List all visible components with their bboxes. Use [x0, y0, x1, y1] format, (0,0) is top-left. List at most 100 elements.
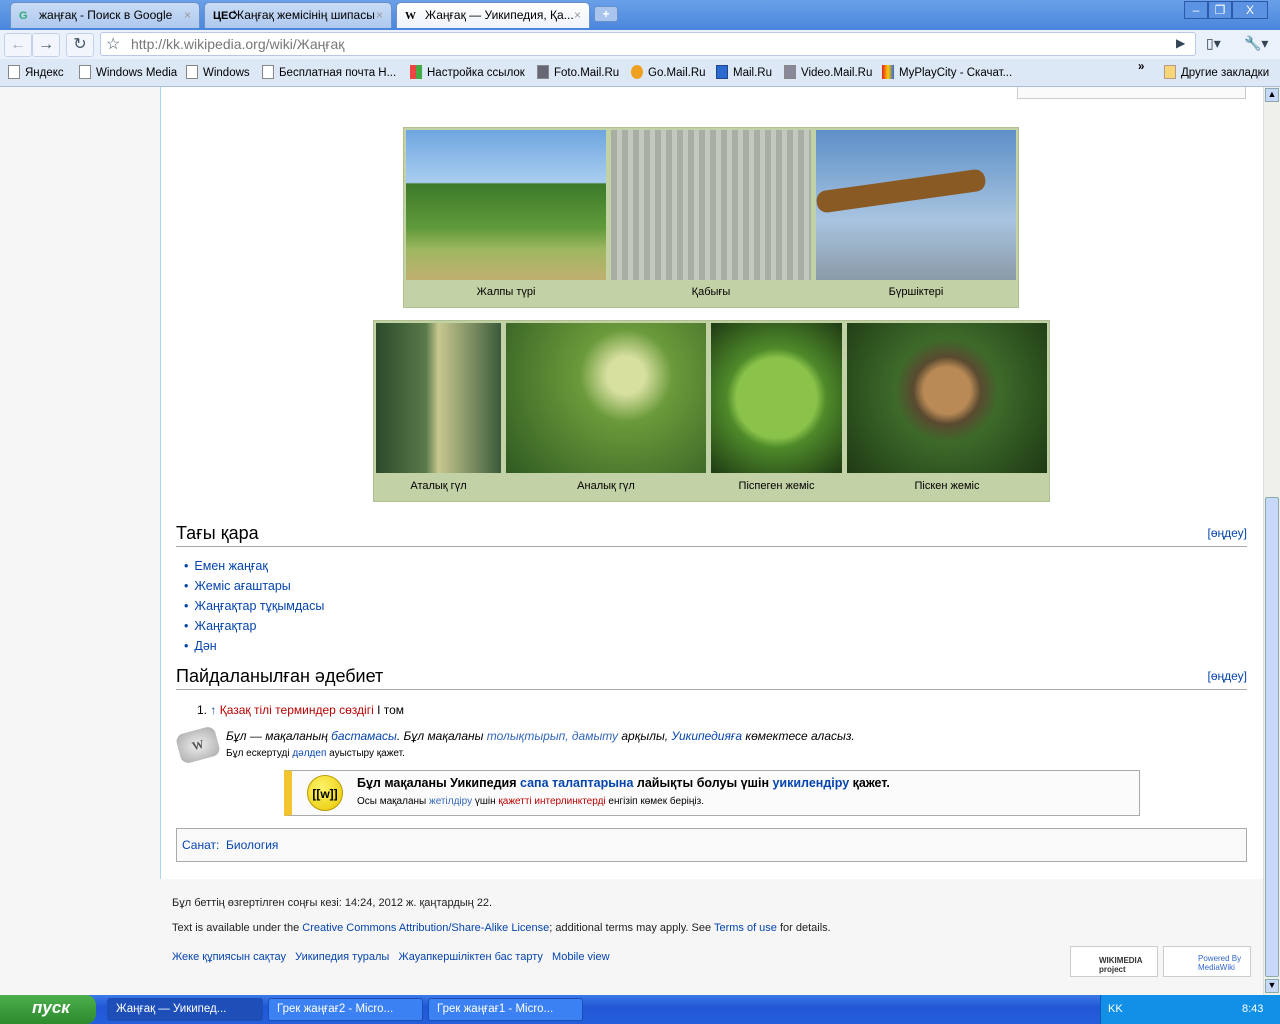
star-icon[interactable]: ☆: [106, 34, 120, 54]
list-item[interactable]: Жеміс ағаштары: [184, 579, 290, 593]
privacy-link[interactable]: Жеке құпиясын сақтау: [172, 951, 286, 963]
categories-link[interactable]: Санат:: [182, 838, 219, 852]
list-item[interactable]: Жаңғақтар: [184, 619, 256, 633]
bookmark[interactable]: Video.Mail.Ru: [784, 65, 872, 79]
terms-link[interactable]: Terms of use: [714, 922, 777, 934]
folder-icon: [1164, 65, 1176, 79]
ripe-fruit-photo[interactable]: [847, 323, 1047, 473]
backlink[interactable]: ↑: [210, 703, 216, 717]
reference-item: 1. ↑ Қазақ тілі терминдер сөздігі І том: [197, 703, 405, 717]
bookmark[interactable]: Go.Mail.Ru: [631, 65, 706, 79]
link[interactable]: толықтырып, дамыту: [487, 729, 618, 743]
wikipedia-icon: W: [405, 10, 416, 22]
link[interactable]: қажетті интерлинктерді: [498, 796, 605, 807]
bookmark[interactable]: Mail.Ru: [716, 65, 772, 79]
category-link[interactable]: Биология: [226, 838, 278, 852]
edit-link[interactable]: [өңдеу]: [1207, 526, 1247, 540]
site-icon: ЦЕС: [213, 10, 237, 22]
close-tab-icon[interactable]: ×: [574, 8, 581, 22]
bookmark[interactable]: Яндекс: [8, 65, 64, 79]
clock: 8:43: [1242, 1003, 1264, 1015]
bookmark[interactable]: Foto.Mail.Ru: [537, 65, 619, 79]
infobox-bottom: [1017, 87, 1246, 99]
taskbar-item-word[interactable]: Грек жаңғағ1 - Micro...: [428, 998, 583, 1021]
link[interactable]: уикилендіру: [772, 776, 849, 790]
female-flower-photo[interactable]: [506, 323, 706, 473]
search-icon: [631, 65, 643, 79]
back-button[interactable]: ←: [4, 33, 32, 57]
link[interactable]: дәлдеп: [292, 748, 326, 759]
caption: Аналық гүл: [577, 480, 635, 492]
start-button[interactable]: пуск: [0, 995, 96, 1024]
scroll-down-button[interactable]: ▼: [1265, 979, 1279, 993]
restore-button[interactable]: ❐: [1208, 1, 1232, 19]
license-link[interactable]: Creative Commons Attribution/Share-Alike…: [302, 922, 549, 934]
disclaimer-link[interactable]: Жауапкершіліктен бас тарту: [398, 951, 542, 963]
minimize-button[interactable]: –: [1184, 1, 1208, 19]
wikify-icon: [[w]]: [307, 775, 343, 811]
language-indicator[interactable]: KK: [1108, 1003, 1123, 1015]
tab-ces[interactable]: ЦЕСЖаңғақ жемісінің шипасы ×: [204, 2, 392, 28]
page-icon: [79, 65, 91, 79]
scroll-up-button[interactable]: ▲: [1265, 88, 1279, 102]
wikify-message: Бұл мақаланы Уикипедия сапа талаптарына …: [357, 776, 890, 790]
link[interactable]: сапа талаптарына: [520, 776, 633, 790]
tab-google[interactable]: Gжаңғақ - Поиск в Google ×: [10, 2, 200, 28]
bookmark[interactable]: Бесплатная почта Н...: [262, 65, 396, 79]
windows-icon: [410, 65, 422, 79]
video-icon: [784, 65, 796, 79]
close-tab-icon[interactable]: ×: [376, 8, 383, 22]
bookmark[interactable]: Windows Media: [79, 65, 177, 79]
bookmark[interactable]: Windows: [186, 65, 250, 79]
buds-photo[interactable]: [815, 130, 1016, 280]
close-tab-icon[interactable]: ×: [184, 8, 191, 22]
about-link[interactable]: Уикипедия туралы: [295, 951, 389, 963]
new-tab-button[interactable]: +: [594, 6, 618, 22]
myplaycity-icon: [882, 65, 894, 79]
address-bar[interactable]: http://kk.wikipedia.org/wiki/Жаңғақ: [100, 32, 1196, 56]
page-icon: [8, 65, 20, 79]
edit-link[interactable]: [өңдеу]: [1207, 669, 1247, 683]
license-text: Text is available under the Creative Com…: [172, 922, 831, 934]
page-menu-icon[interactable]: ▯▾: [1206, 35, 1221, 52]
bookmark[interactable]: Настройка ссылок: [410, 65, 525, 79]
go-icon[interactable]: ▶: [1176, 36, 1185, 50]
list-item[interactable]: Емен жаңғақ: [184, 559, 267, 573]
see-also-heading: Тағы қара: [176, 523, 1247, 547]
wikimedia-badge[interactable]: WIKIMEDIA project: [1070, 946, 1158, 977]
link[interactable]: жетілдіру: [429, 796, 472, 807]
taskbar-item-chrome[interactable]: Жаңғақ — Уикипед...: [107, 998, 263, 1021]
last-modified: Бұл беттің өзгертілген соңғы кезі: 14:24…: [172, 897, 493, 909]
unripe-fruit-photo[interactable]: [711, 323, 842, 473]
google-icon: G: [19, 10, 28, 22]
stub-notice: Бұл — мақаланың бастамасы. Бұл мақаланы …: [226, 729, 855, 743]
caption: Бүршіктері: [888, 286, 944, 298]
reference-link[interactable]: Қазақ тілі терминдер сөздігі: [220, 703, 374, 717]
bark-photo[interactable]: [611, 130, 811, 280]
close-window-button[interactable]: X: [1232, 1, 1268, 19]
list-item[interactable]: Дән: [184, 639, 216, 653]
caption: Піскен жеміс: [914, 480, 980, 492]
tab-wikipedia[interactable]: W Жаңғақ — Уикипедия, Қа... ×: [396, 2, 590, 28]
camera-icon: [537, 65, 549, 79]
list-item[interactable]: Жаңғақтар тұқымдасы: [184, 599, 324, 613]
bookmarks-overflow[interactable]: »: [1138, 61, 1144, 73]
caption: Піспеген жеміс: [738, 480, 815, 492]
scroll-thumb[interactable]: [1265, 497, 1279, 977]
taskbar-item-word[interactable]: Грек жаңғағ2 - Micro...: [268, 998, 423, 1021]
link[interactable]: Уикипедияға: [671, 729, 742, 743]
bookmark[interactable]: MyPlayCity - Скачат...: [882, 65, 1012, 79]
caption: Жалпы түрі: [476, 286, 536, 298]
tree-photo[interactable]: [406, 130, 606, 280]
male-flower-photo[interactable]: [376, 323, 501, 473]
other-bookmarks[interactable]: Другие закладки: [1164, 65, 1269, 79]
wrench-menu-icon[interactable]: 🔧▾: [1244, 35, 1268, 52]
mediawiki-badge[interactable]: Powered By MediaWiki: [1163, 946, 1251, 977]
mobile-view-link[interactable]: Mobile view: [552, 951, 609, 963]
link[interactable]: бастамасы: [331, 729, 397, 743]
page-icon: [186, 65, 198, 79]
caption: Қабығы: [691, 286, 731, 298]
forward-button[interactable]: →: [32, 33, 60, 57]
page-icon: [262, 65, 274, 79]
reload-button[interactable]: ↻: [66, 33, 94, 57]
